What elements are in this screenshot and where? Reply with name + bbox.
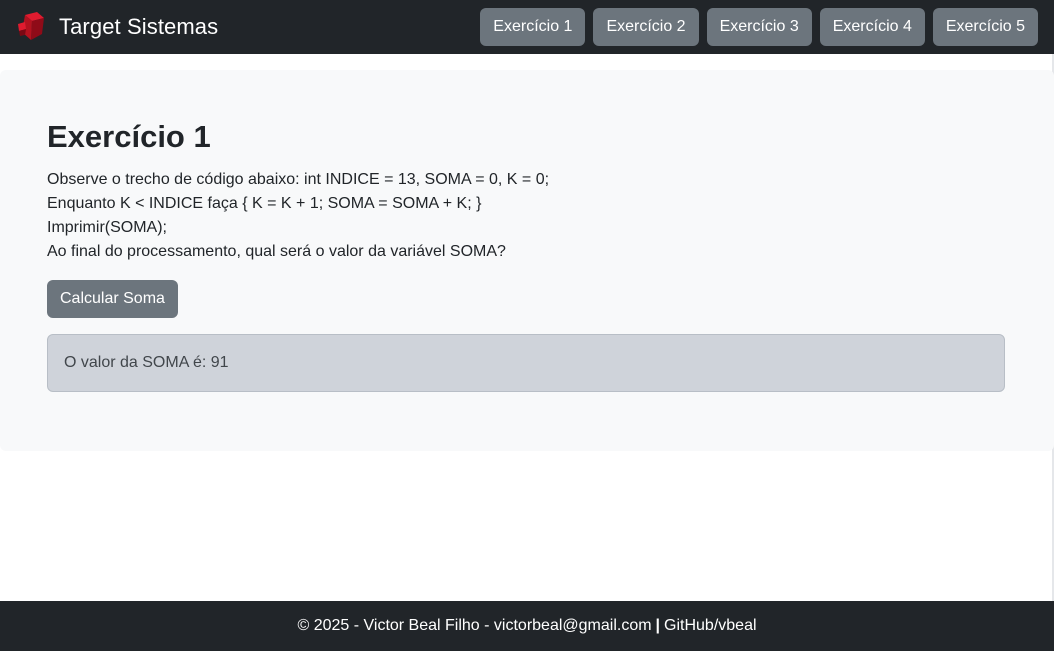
description-line-4: Ao final do processamento, qual será o v… [47, 243, 506, 260]
exercise-panel: Exercício 1 Observe o trecho de código a… [0, 70, 1054, 451]
exercise-description: Observe o trecho de código abaixo: int I… [47, 168, 1005, 264]
red-cube-logo-icon [18, 12, 44, 40]
result-alert: O valor da SOMA é: 91 [47, 334, 1005, 392]
nav-button-exercicio-4[interactable]: Exercício 4 [819, 8, 925, 46]
calculate-sum-button[interactable]: Calcular Soma [47, 280, 178, 318]
result-text: O valor da SOMA é: 91 [64, 354, 229, 371]
brand-name: Target Sistemas [59, 14, 219, 39]
brand-link[interactable]: Target Sistemas [16, 12, 218, 42]
exercise-nav: Exercício 1 Exercício 2 Exercício 3 Exer… [480, 8, 1038, 46]
nav-button-exercicio-5[interactable]: Exercício 5 [932, 8, 1038, 46]
nav-button-exercicio-2[interactable]: Exercício 2 [593, 8, 699, 46]
description-line-1: Observe o trecho de código abaixo: int I… [47, 171, 550, 188]
page-footer: © 2025 - Victor Beal Filho - victorbeal@… [0, 601, 1054, 651]
page-title: Exercício 1 [47, 119, 211, 154]
footer-separator: | [655, 617, 661, 634]
footer-copyright: © 2025 - Victor Beal Filho - victorbeal@… [297, 617, 652, 634]
github-link[interactable]: GitHub/vbeal [664, 617, 757, 635]
description-line-2: Enquanto K < INDICE faça { K = K + 1; SO… [47, 195, 482, 212]
top-navbar: Target Sistemas Exercício 1 Exercício 2 … [0, 0, 1054, 54]
nav-button-exercicio-1[interactable]: Exercício 1 [480, 8, 586, 46]
description-line-3: Imprimir(SOMA); [47, 219, 167, 236]
nav-button-exercicio-3[interactable]: Exercício 3 [706, 8, 812, 46]
